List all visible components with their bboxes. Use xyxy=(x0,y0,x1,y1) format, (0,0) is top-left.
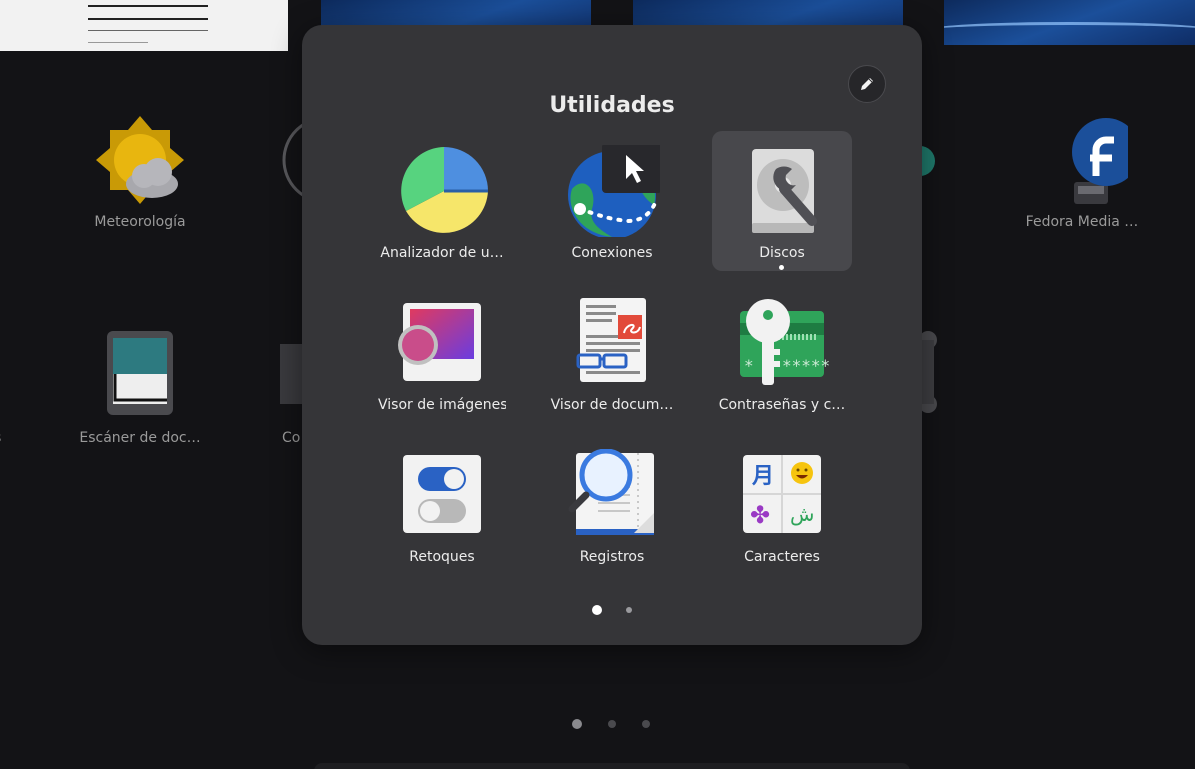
app-image-viewer[interactable]: Visor de imágenes xyxy=(372,283,512,423)
app-disks[interactable]: Discos xyxy=(712,131,852,271)
fedora-media-writer-icon xyxy=(1036,114,1140,206)
bg-app-document-scanner[interactable]: Escáner de doc… xyxy=(70,330,210,446)
svg-text:ش: ش xyxy=(790,502,814,526)
svg-text:*: * xyxy=(744,356,754,375)
window-thumbnail-4[interactable] xyxy=(944,0,1195,45)
page-dot[interactable] xyxy=(626,607,632,613)
weather-icon xyxy=(94,114,186,206)
app-passwords-keys[interactable]: ***** * Contraseñas y c… xyxy=(712,283,852,423)
folder-page-indicator xyxy=(302,605,922,615)
app-connections[interactable]: Conexiones xyxy=(542,131,682,271)
passwords-keys-icon: ***** * xyxy=(738,297,830,385)
page-dot[interactable] xyxy=(608,720,616,728)
window-thumbnail-document[interactable] xyxy=(0,0,288,51)
characters-icon: 月 ✤ ش xyxy=(738,449,826,537)
bg-app-fedora-media-writer[interactable]: Fedora Media … xyxy=(1012,114,1152,230)
pencil-icon xyxy=(861,78,873,90)
connections-icon xyxy=(568,143,662,239)
tweaks-icon xyxy=(398,449,486,537)
page-dot[interactable] xyxy=(572,719,582,729)
disks-icon xyxy=(738,145,826,233)
dash-edge xyxy=(314,763,910,769)
app-characters[interactable]: 月 ✤ ش Caracteres xyxy=(712,435,852,575)
svg-text:月: 月 xyxy=(751,464,774,489)
background-page-indicator xyxy=(572,719,650,729)
folder-app-grid: Analizador de u… Conexiones Discos Visor… xyxy=(372,131,852,575)
app-logs[interactable]: Registros xyxy=(542,435,682,575)
bg-app-weather[interactable]: Meteorología xyxy=(70,114,210,230)
edit-folder-button[interactable] xyxy=(848,65,886,103)
disk-usage-analyzer-icon xyxy=(398,145,488,233)
app-tweaks[interactable]: Retoques xyxy=(372,435,512,575)
bg-app-settings[interactable]: Co xyxy=(240,330,302,446)
app-folder-popup: Utilidades Analizador de u… Conexiones D… xyxy=(302,25,922,645)
svg-text:✤: ✤ xyxy=(750,501,770,529)
page-dot[interactable] xyxy=(592,605,602,615)
document-scanner-icon xyxy=(94,330,186,422)
partial-app-icon xyxy=(0,330,14,422)
running-indicator xyxy=(779,265,784,270)
settings-icon xyxy=(240,330,302,422)
svg-text:*****: ***** xyxy=(782,356,830,375)
page-dot[interactable] xyxy=(642,720,650,728)
logs-icon xyxy=(568,448,656,537)
bg-app-partial[interactable]: s xyxy=(0,330,14,446)
app-document-viewer[interactable]: Visor de docum… xyxy=(542,283,682,423)
document-viewer-icon xyxy=(568,297,656,385)
folder-title[interactable]: Utilidades xyxy=(302,93,922,118)
app-disk-usage-analyzer[interactable]: Analizador de u… xyxy=(372,131,512,271)
image-viewer-icon xyxy=(398,297,486,385)
